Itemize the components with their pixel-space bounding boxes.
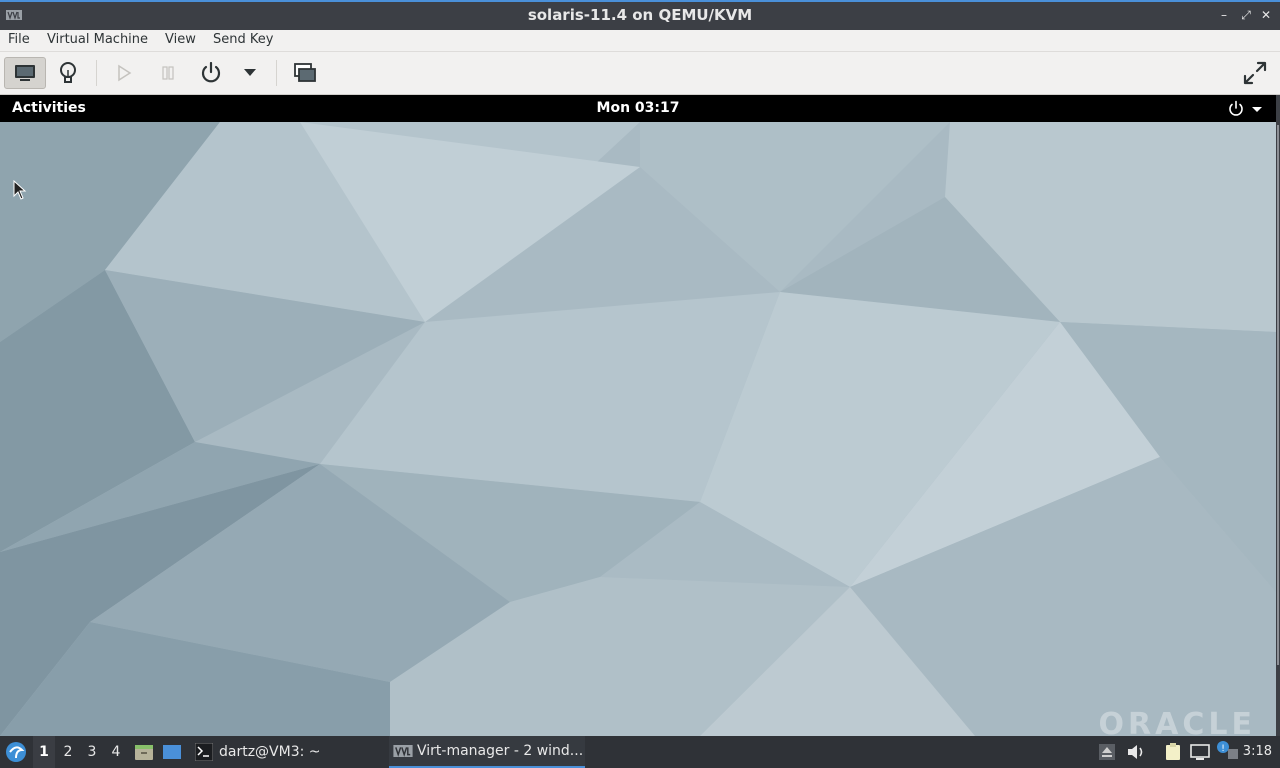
mouse-cursor-icon (13, 180, 27, 200)
power-icon (201, 62, 221, 83)
maximize-icon[interactable]: ⤢ (1238, 7, 1254, 23)
guest-clock[interactable]: Mon 03:17 (0, 100, 1276, 116)
workspace-3[interactable]: 3 (81, 736, 103, 768)
pause-icon (162, 66, 174, 80)
monitor-icon (15, 65, 35, 81)
pause-button[interactable] (154, 57, 182, 89)
virt-manager-icon (393, 745, 413, 757)
notification-icon[interactable]: ! (1216, 740, 1240, 766)
close-icon[interactable]: ✕ (1258, 7, 1274, 23)
guest-top-bar: Activities Mon 03:17 (0, 95, 1276, 122)
toolbar (0, 52, 1280, 95)
menubar: File Virtual Machine View Send Key (0, 30, 1280, 52)
start-menu-button[interactable] (4, 736, 28, 768)
guest-system-menu[interactable] (1228, 100, 1268, 118)
taskbar-task-label: Virt-manager - 2 wind... (417, 743, 584, 759)
taskbar-task-virt-manager[interactable]: Virt-manager - 2 wind... (389, 736, 585, 768)
scrollbar-thumb[interactable] (1277, 125, 1279, 665)
shutdown-menu-button[interactable] (238, 57, 262, 89)
eject-icon[interactable] (1098, 743, 1116, 765)
terminal-icon (195, 743, 213, 761)
taskbar-task-terminal[interactable]: dartz@VM3: ~ (191, 736, 381, 768)
clipboard-icon[interactable] (1164, 743, 1182, 765)
details-view-button[interactable] (52, 57, 84, 89)
menu-view[interactable]: View (165, 32, 196, 47)
network-icon[interactable] (1190, 743, 1210, 765)
workspace-1[interactable]: 1 (33, 736, 55, 768)
power-icon (1229, 100, 1262, 116)
vm-console-display[interactable]: Activities Mon 03:17 ORACLE (0, 95, 1276, 736)
menu-send-key[interactable]: Send Key (213, 32, 273, 47)
show-desktop-button[interactable] (161, 736, 183, 768)
window-titlebar[interactable]: solaris-11.4 on QEMU/KVM – ⤢ ✕ (0, 0, 1280, 30)
fullscreen-button[interactable] (1238, 57, 1272, 89)
workspace-4[interactable]: 4 (105, 736, 127, 768)
menu-virtual-machine[interactable]: Virtual Machine (47, 32, 148, 47)
host-taskbar: 1 2 3 4 dartz@VM3: ~ Virt-manager - 2 wi… (0, 736, 1280, 768)
fullscreen-icon (1243, 61, 1267, 85)
svg-text:!: ! (1221, 744, 1225, 754)
console-scrollbar[interactable] (1276, 95, 1280, 736)
desktop-icon (163, 745, 181, 759)
console-view-button[interactable] (4, 57, 46, 89)
menu-file[interactable]: File (8, 32, 30, 47)
start-menu-icon (6, 742, 26, 762)
snapshots-icon (294, 63, 316, 82)
oracle-watermark: ORACLE (1098, 707, 1256, 736)
guest-wallpaper (0, 122, 1276, 736)
play-icon (118, 64, 132, 82)
toolbar-separator (96, 60, 97, 86)
lightbulb-icon (60, 62, 76, 83)
run-button[interactable] (110, 57, 138, 89)
folder-icon (135, 745, 153, 760)
minimize-icon[interactable]: – (1216, 7, 1232, 23)
chevron-down-icon (244, 69, 256, 76)
volume-icon[interactable] (1126, 743, 1146, 765)
taskbar-task-label: dartz@VM3: ~ (219, 744, 321, 760)
workspace-2[interactable]: 2 (57, 736, 79, 768)
shutdown-button[interactable] (196, 57, 226, 89)
window-title: solaris-11.4 on QEMU/KVM (527, 6, 753, 24)
taskbar-clock[interactable]: 3:18 (1243, 744, 1272, 759)
snapshots-button[interactable] (290, 57, 320, 89)
toolbar-separator (276, 60, 277, 86)
file-manager-launcher[interactable] (133, 736, 155, 768)
